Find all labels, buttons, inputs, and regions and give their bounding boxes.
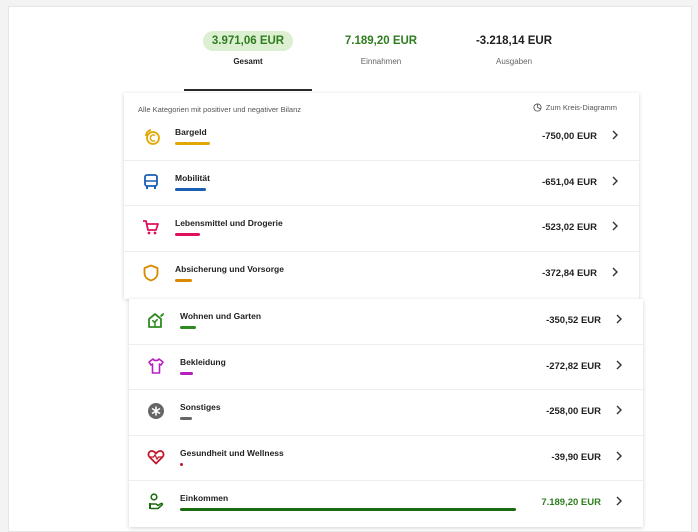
chevron-right-icon[interactable] [615,313,623,325]
bus-icon [144,173,158,189]
category-amount: -272,82 EUR [546,360,601,372]
tab-einnahmen[interactable]: 7.189,20 EUR Einnahmen [317,21,445,91]
tab-label: Einnahmen [360,57,402,66]
category-rows-bottom: Wohnen und Garten -350,52 EUR Bekleidung -2… [129,299,643,527]
cart-icon [143,220,159,235]
category-amount: 7.189,20 EUR [541,497,601,508]
house-plant-icon [148,313,164,328]
category-row[interactable]: Absicherung und Vorsorge -372,84 EUR [124,252,639,298]
category-row[interactable]: Bekleidung -272,82 EUR [129,345,643,390]
chevron-right-icon[interactable] [615,404,623,416]
category-share-bar [175,233,200,236]
category-name: Lebensmittel und Drogerie [175,218,283,228]
category-name: Einkommen [180,493,229,503]
category-amount: -372,84 EUR [542,267,597,279]
chevron-right-icon[interactable] [615,359,623,371]
tab-label: Ausgaben [495,57,533,66]
category-share-bar [180,371,193,375]
category-amount: -258,00 EUR [546,406,601,417]
tab-label: Gesamt [233,57,263,66]
tab-gesamt[interactable]: 3.971,06 EUR Gesamt [184,21,312,91]
category-row[interactable]: Lebensmittel und Drogerie -523,02 EUR [124,206,639,252]
category-rows-top: Bargeld -750,00 EUR Mobilität -651,04 EUR Le… [124,115,639,297]
category-share-bar [180,462,183,466]
category-list-header: Alle Kategorien mit positiver und negati… [124,93,639,115]
pie-chart-icon [533,103,542,112]
finance-overview-page: 3.971,06 EUR Gesamt 7.189,20 EUR Einnahm… [8,6,692,532]
shield-icon [143,264,159,281]
category-row[interactable]: Bargeld -750,00 EUR [124,115,639,161]
category-share-bar [175,142,210,145]
category-amount: -651,04 EUR [542,176,597,188]
balance-tabs: 3.971,06 EUR Gesamt 7.189,20 EUR Einnahm… [184,21,576,91]
category-list-card-bottom: Wohnen und Garten -350,52 EUR Bekleidung -2… [129,299,643,527]
category-name: Sonstiges [180,402,221,412]
category-name: Wohnen und Garten [180,311,262,321]
pie-chart-link-label: Zum Kreis-Diagramm [545,103,617,112]
category-name: Bekleidung [180,356,226,367]
category-share-bar [175,278,192,282]
heart-pulse-icon [147,449,165,464]
tab-amount: 3.971,06 EUR [202,31,294,51]
chevron-right-icon[interactable] [611,220,619,232]
pie-chart-link[interactable]: Zum Kreis-Diagramm [533,103,617,112]
chevron-right-icon[interactable] [615,450,623,462]
category-row[interactable]: Gesundheit und Wellness -39,90 EUR [129,436,643,481]
category-share-bar [180,508,516,511]
chevron-right-icon[interactable] [611,129,619,141]
tab-ausgaben[interactable]: -3.218,14 EUR Ausgaben [450,21,578,91]
category-name: Bargeld [175,127,207,137]
category-row[interactable]: Einkommen 7.189,20 EUR [129,481,643,527]
income-hand-icon [149,493,164,510]
shirt-icon [148,357,164,374]
chevron-right-icon[interactable] [615,495,623,507]
coins-icon [145,129,160,145]
asterisk-icon [148,403,164,419]
category-row[interactable]: Mobilität -651,04 EUR [124,161,639,206]
tab-amount: -3.218,14 EUR [475,35,553,47]
category-amount: -523,02 EUR [542,222,597,233]
category-list-card-top: Alle Kategorien mit positiver und negati… [124,93,639,299]
category-amount: -750,00 EUR [542,131,597,142]
tab-amount: 7.189,20 EUR [344,35,418,47]
category-name: Gesundheit und Wellness [180,447,284,458]
category-share-bar [180,326,196,329]
category-row[interactable]: Sonstiges -258,00 EUR [129,390,643,436]
category-share-bar [175,187,206,191]
chevron-right-icon[interactable] [611,175,619,187]
category-name: Absicherung und Vorsorge [175,263,284,274]
category-name: Mobilität [175,172,210,183]
category-list-hint: Alle Kategorien mit positiver und negati… [138,105,302,114]
category-row[interactable]: Wohnen und Garten -350,52 EUR [129,299,643,345]
category-share-bar [180,417,192,420]
category-amount: -39,90 EUR [551,451,601,463]
chevron-right-icon[interactable] [611,266,619,278]
category-amount: -350,52 EUR [546,315,601,326]
